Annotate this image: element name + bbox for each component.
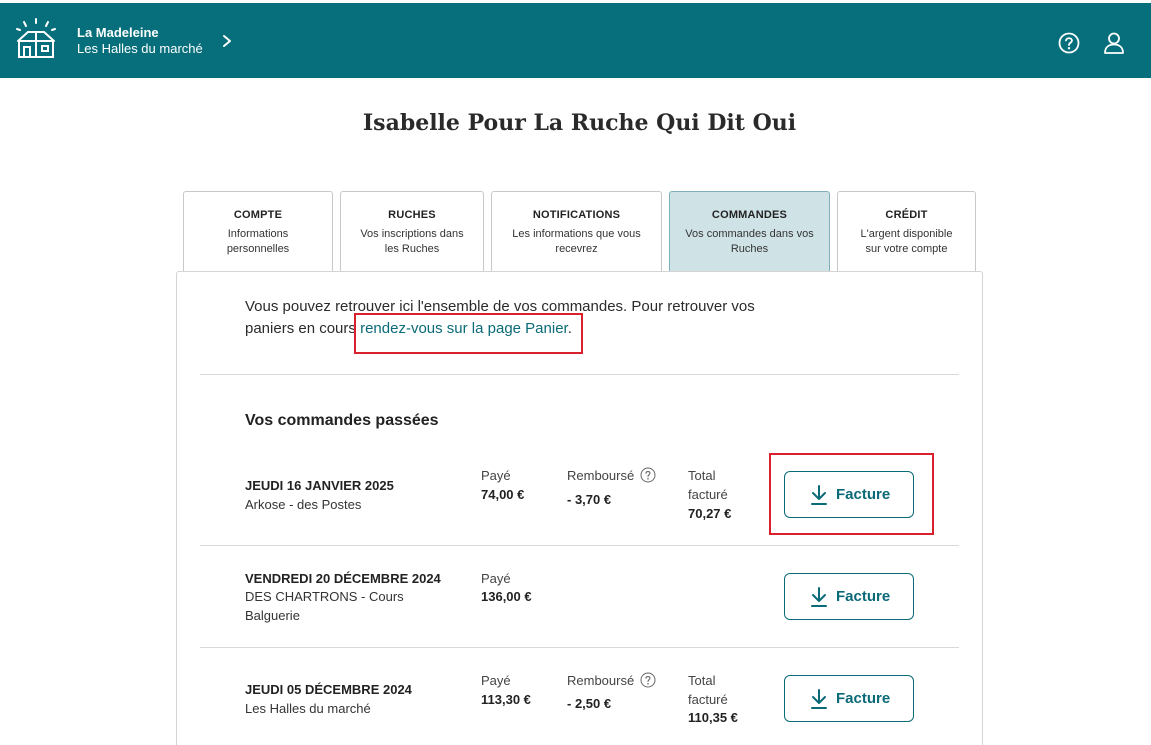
tab-description: Vos inscriptions dans les Ruches	[360, 228, 464, 255]
hive-selector[interactable]: La Madeleine Les Halles du marché	[77, 25, 203, 57]
order-date: VENDREDI 20 DÉCEMBRE 2024	[245, 571, 441, 586]
order-date: JEUDI 05 DÉCEMBRE 2024	[245, 682, 412, 697]
paid-label: Payé	[481, 673, 511, 688]
paid-label: Payé	[481, 571, 511, 586]
tab-description: Vos commandes dans vos Ruches	[685, 228, 814, 255]
total-value: 110,35 €	[688, 710, 738, 725]
tab-description: L'argent disponible sur votre compte	[860, 228, 953, 255]
refunded-label: Remboursé	[567, 468, 635, 483]
tab-title: RUCHES	[388, 209, 436, 221]
total-value: 70,27 €	[688, 506, 732, 521]
download-icon	[811, 485, 827, 505]
download-icon	[811, 587, 827, 607]
invoice-button-label: Facture	[836, 690, 891, 707]
help-icon[interactable]	[1058, 32, 1080, 54]
tab-description: Les informations que vous recevrez	[512, 228, 641, 255]
hive-location: Les Halles du marché	[77, 41, 203, 56]
invoice-button[interactable]: Facture	[784, 471, 914, 518]
invoice-button-label: Facture	[836, 588, 891, 605]
paid-value: 74,00 €	[481, 487, 525, 502]
invoice-button[interactable]: Facture	[784, 675, 914, 722]
intro-text: Vous pouvez retrouver ici l'ensemble de …	[245, 296, 765, 340]
divider	[200, 374, 959, 375]
total-label-line2: facturé	[688, 487, 728, 502]
question-icon[interactable]	[640, 467, 656, 483]
order-place: Les Halles du marché	[245, 701, 371, 716]
refunded-value: - 3,70 €	[567, 492, 612, 507]
invoice-button-label: Facture	[836, 486, 891, 503]
user-icon[interactable]	[1103, 32, 1125, 54]
tab-title: NOTIFICATIONS	[532, 209, 621, 221]
invoice-button[interactable]: Facture	[784, 573, 914, 620]
tab-ruches[interactable]: RUCHES Vos inscriptions dans les Ruches	[340, 191, 484, 272]
page-title: Isabelle Pour La Ruche Qui Dit Oui	[362, 110, 797, 136]
paid-value: 113,30 €	[481, 692, 531, 707]
top-bar: La Madeleine Les Halles du marché	[0, 3, 1151, 78]
total-label-line1: Total	[688, 468, 716, 483]
refunded-value: - 2,50 €	[567, 696, 612, 711]
order-date: JEUDI 16 JANVIER 2025	[245, 478, 394, 493]
hive-name: La Madeleine	[77, 25, 159, 40]
tab-title: COMMANDES	[711, 209, 788, 221]
refunded-label: Remboursé	[567, 673, 635, 688]
total-label: Total facturé	[688, 671, 728, 709]
total-label-line1: Total	[688, 673, 716, 688]
order-place: Arkose - des Postes	[245, 497, 362, 512]
cart-page-link[interactable]: rendez-vous sur la page Panier	[360, 320, 568, 337]
paid-value: 136,00 €	[481, 589, 532, 604]
tab-title: CRÉDIT	[885, 209, 928, 221]
orders-section-title: Vos commandes passées	[245, 412, 439, 429]
divider	[200, 545, 959, 546]
download-icon	[811, 689, 827, 709]
hive-logo-icon[interactable]	[15, 17, 57, 59]
tab-notifications[interactable]: NOTIFICATIONS Les informations que vous …	[491, 191, 662, 272]
divider	[200, 647, 959, 648]
total-label: Total facturé	[688, 466, 728, 504]
order-place: DES CHARTRONS - Cours Balguerie	[245, 589, 404, 623]
tab-commandes[interactable]: COMMANDES Vos commandes dans vos Ruches	[669, 191, 830, 272]
chevron-right-icon[interactable]	[220, 33, 234, 49]
tab-compte[interactable]: COMPTE Informations personnelles	[183, 191, 333, 272]
tab-title: COMPTE	[233, 209, 283, 221]
tab-description: Informations personnelles	[226, 228, 290, 255]
paid-label: Payé	[481, 468, 511, 483]
question-icon[interactable]	[640, 672, 656, 688]
total-label-line2: facturé	[688, 692, 728, 707]
tab-credit[interactable]: CRÉDIT L'argent disponible sur votre com…	[837, 191, 976, 272]
intro-end: .	[567, 320, 572, 337]
